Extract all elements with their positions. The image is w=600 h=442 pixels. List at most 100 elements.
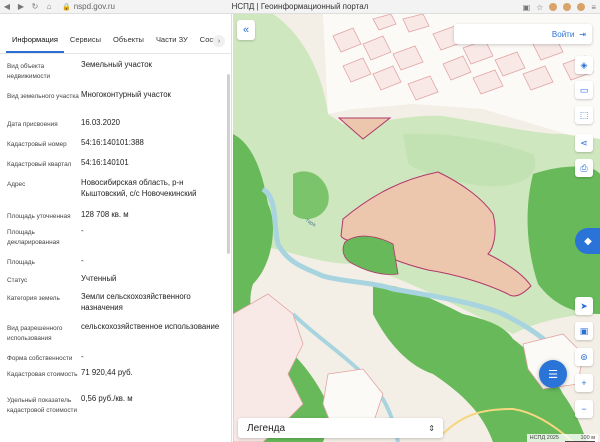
location-button[interactable]: ⊚ (575, 348, 593, 366)
minus-icon: − (581, 404, 587, 414)
attr-label: Вид объекта недвижимости (7, 63, 51, 80)
lock-icon: 🔒 (62, 3, 71, 11)
attr-label: Площадь декларированная (7, 229, 60, 246)
attr-row: Кадастровый квартал 54:16:140101 (7, 158, 223, 178)
attr-label: Категория земель (7, 295, 60, 302)
attr-label: Площадь уточненная (7, 213, 71, 220)
legend-dropdown[interactable]: Легенда ⇕ (238, 418, 443, 438)
extension-icon[interactable] (577, 3, 586, 11)
bookmark-icon[interactable]: ▣ (523, 3, 531, 12)
info-panel: Информация Сервисы Объекты Части ЗУ Сост… (0, 14, 232, 442)
chevron-right-icon[interactable]: › (213, 35, 225, 47)
double-chevron-left-icon: « (242, 24, 250, 36)
card-icon: ▭ (579, 84, 589, 95)
basemap-button[interactable]: ▭ (575, 81, 593, 99)
browser-extensions: ▣ ☆ ≡ (523, 0, 596, 14)
attr-label: Вид земельного участка (7, 93, 79, 100)
zoom-in-button[interactable]: + (575, 374, 593, 392)
attr-row: Вид объекта недвижимости Земельный участо… (7, 60, 223, 90)
attr-label: Форма собственности (7, 355, 73, 362)
attribute-list: Вид объекта недвижимости Земельный участо… (0, 54, 231, 426)
print-icon: ⎙ (580, 162, 588, 173)
attr-value: Земельный участок (81, 60, 152, 69)
chat-button[interactable]: ☰ (539, 360, 567, 388)
attr-value: - (81, 256, 84, 265)
attr-label: Кадастровый номер (7, 141, 67, 148)
chevron-updown-icon: ⇕ (428, 423, 435, 433)
star-icon[interactable]: ☆ (536, 3, 543, 12)
rosreestr-logo-button[interactable]: ◆ (575, 228, 600, 254)
navigation-arrow-icon: ➤ (580, 300, 588, 311)
tab-parts[interactable]: Части ЗУ (150, 35, 194, 53)
attr-row: Адрес Новосибирская область, р-н Кыштовск… (7, 178, 223, 210)
tab-services[interactable]: Сервисы (64, 35, 107, 53)
scrollbar[interactable] (227, 74, 230, 254)
rosreestr-icon: ◆ (584, 235, 592, 247)
attr-row: Кадастровый номер 54:16:140101:388 (7, 138, 223, 158)
attr-value: - (81, 226, 84, 235)
attr-row: Площадь декларированная - (7, 226, 223, 256)
attr-value: Новосибирская область, р-н Кыштовский, с… (81, 178, 197, 198)
menu-icon[interactable]: ≡ (591, 3, 596, 12)
attr-row: Категория земель Земли сельскохозяйственн… (7, 292, 223, 322)
browser-toolbar: ◀ ▶ ↻ ⌂ 🔒 nspd.gov.ru НСПД | Геоинформац… (0, 0, 600, 14)
select-area-button[interactable]: ⬚ (575, 106, 593, 124)
attr-row: Вид разрешенного использования сельскохоз… (7, 322, 223, 352)
url-text: nspd.gov.ru (73, 2, 115, 11)
extension-icon[interactable] (563, 3, 572, 11)
attr-label: Адрес (7, 181, 26, 188)
scale-bar: 100 м (565, 435, 595, 442)
attr-row: Площадь - (7, 256, 223, 274)
attr-label: Статус (7, 277, 28, 284)
attr-row: Удельный показатель кадастровой стоимост… (7, 394, 223, 426)
panel-tabs: Информация Сервисы Объекты Части ЗУ Сост… (0, 14, 231, 54)
print-button[interactable]: ⎙ (575, 159, 593, 177)
location-pin-icon: ⊚ (580, 351, 588, 362)
home-icon[interactable]: ⌂ (42, 2, 56, 11)
chat-icon: ☰ (548, 368, 558, 381)
map-attribution: НСПД 2025 100 м (526, 434, 598, 442)
forward-icon[interactable]: ▶ (14, 2, 28, 11)
login-button[interactable]: Войти ⇥ (454, 24, 592, 44)
attr-label: Кадастровый квартал (7, 161, 72, 168)
attr-value: 16.03.2020 (81, 118, 121, 127)
tab-info[interactable]: Информация (6, 35, 64, 53)
reload-icon[interactable]: ↻ (28, 2, 42, 11)
attr-row: Статус Учтенный (7, 274, 223, 292)
monitor-icon: ▣ (579, 325, 589, 336)
collapse-panel-button[interactable]: « (237, 20, 255, 40)
locate-button[interactable]: ➤ (575, 297, 593, 315)
select-icon: ⬚ (579, 109, 589, 120)
share-icon: ⋖ (580, 137, 588, 148)
back-icon[interactable]: ◀ (0, 2, 14, 11)
attr-value: 54:16:140101 (81, 158, 129, 167)
attr-value: Многоконтурный участок (81, 90, 171, 99)
share-button[interactable]: ⋖ (575, 134, 593, 152)
attr-value: 0,56 руб./кв. м (81, 394, 133, 403)
attr-row: Вид земельного участка Многоконтурный уча… (7, 90, 223, 118)
attr-label: Кадастровая стоимость (7, 371, 78, 378)
extension-icon[interactable] (549, 3, 558, 11)
plus-icon: + (581, 378, 587, 388)
attr-value: Земли сельскохозяйственного назначения (81, 292, 191, 312)
screen-button[interactable]: ▣ (575, 322, 593, 340)
attr-label: Площадь (7, 259, 35, 266)
zoom-out-button[interactable]: − (575, 400, 593, 418)
attr-value: Учтенный (81, 274, 117, 283)
attr-value: сельскохозяйственное использование (81, 322, 220, 331)
tab-objects[interactable]: Объекты (107, 35, 150, 53)
attr-row: Форма собственности - (7, 352, 223, 368)
attr-value: 128 708 кв. м (81, 210, 129, 219)
attr-label: Вид разрешенного использования (7, 325, 63, 342)
attribution-text: НСПД 2025 (529, 435, 559, 441)
layers-icon: ◈ (580, 59, 588, 70)
attr-value: 54:16:140101:388 (81, 138, 144, 147)
attr-row: Площадь уточненная 128 708 кв. м (7, 210, 223, 226)
attr-row: Дата присвоения 16.03.2020 (7, 118, 223, 138)
layers-button[interactable]: ◈ (575, 56, 593, 74)
legend-label: Легенда (247, 422, 286, 434)
map-view[interactable]: Тара « Войти ⇥ ◈ ▭ ⬚ ⋖ ⎙ ◆ ➤ ▣ ⊚ + − ☰ Л… (233, 14, 600, 442)
attr-label: Удельный показатель кадастровой стоимост… (7, 397, 78, 414)
login-label: Войти (551, 29, 575, 39)
address-bar[interactable]: 🔒 nspd.gov.ru (62, 2, 115, 11)
